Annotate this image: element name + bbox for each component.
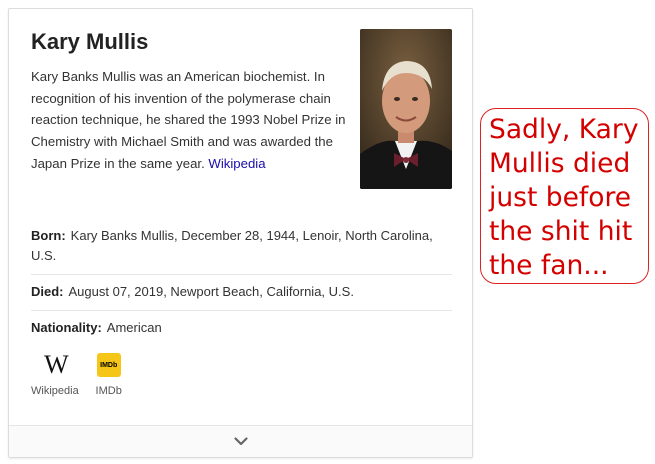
- fact-died: Died: August 07, 2019, Newport Beach, Cal…: [31, 275, 452, 311]
- expand-button[interactable]: [9, 425, 472, 457]
- annotation-callout: Sadly, Kary Mullis died just before the …: [480, 108, 649, 284]
- fact-born: Born: Kary Banks Mullis, December 28, 194…: [31, 219, 452, 275]
- imdb-link[interactable]: IMDb IMDb: [95, 351, 123, 397]
- facts-list: Born: Kary Banks Mullis, December 28, 194…: [31, 219, 452, 346]
- wikipedia-source-link[interactable]: Wikipedia: [208, 156, 265, 171]
- panel-title: Kary Mullis: [31, 29, 149, 54]
- knowledge-panel-card: Kary Mullis Kary Banks Mullis was an Ame…: [8, 8, 473, 458]
- link-label: Wikipedia: [31, 385, 79, 397]
- wikipedia-w-icon: W: [44, 350, 68, 379]
- chevron-down-icon: [233, 437, 248, 446]
- link-label: IMDb: [95, 385, 122, 397]
- imdb-icon: IMDb: [95, 351, 123, 379]
- fact-value: American: [106, 320, 162, 335]
- fact-nationality: Nationality: American: [31, 311, 452, 346]
- description-text: Kary Banks Mullis was an American bioche…: [31, 69, 346, 171]
- portrait-photo-icon: [360, 29, 452, 189]
- fact-label: Died:: [31, 284, 64, 299]
- annotation-text: Sadly, Kary Mullis died just before the …: [489, 114, 639, 281]
- panel-description: Kary Banks Mullis was an American bioche…: [31, 66, 349, 175]
- portrait-image[interactable]: [360, 29, 452, 189]
- fact-value: Kary Banks Mullis, December 28, 1944, Le…: [31, 228, 433, 263]
- fact-value: August 07, 2019, Newport Beach, Californ…: [68, 284, 354, 299]
- fact-label: Born:: [31, 228, 66, 243]
- wikipedia-link[interactable]: W Wikipedia: [31, 350, 79, 397]
- fact-label: Nationality:: [31, 320, 102, 335]
- profile-links: W Wikipedia IMDb IMDb: [31, 350, 123, 397]
